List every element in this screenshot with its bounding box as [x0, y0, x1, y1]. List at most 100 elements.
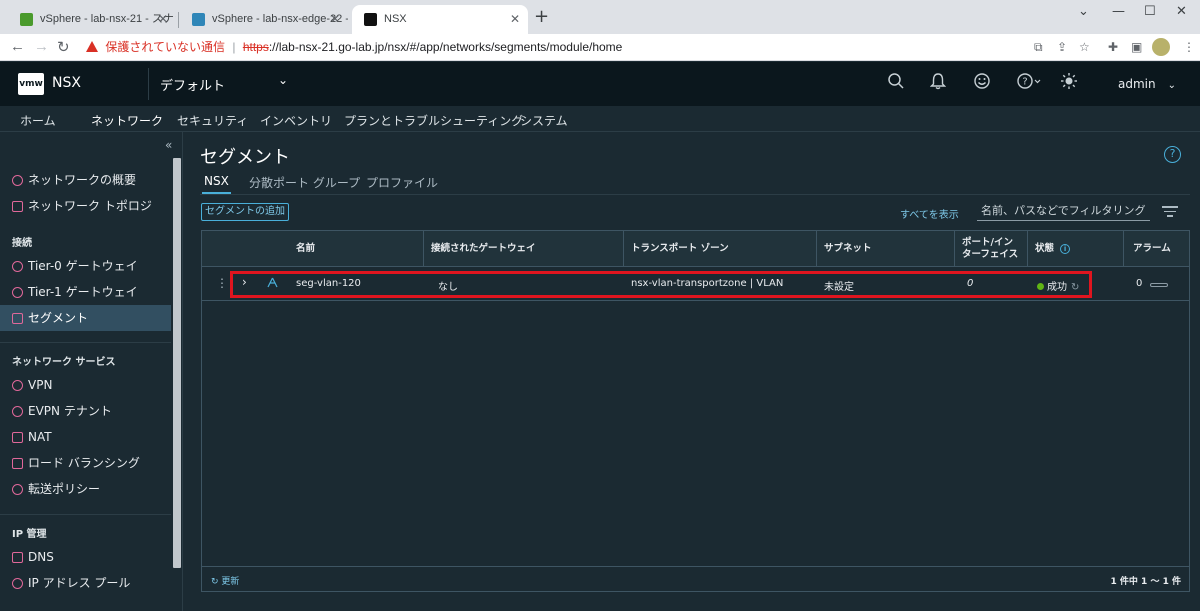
sidebar-item-tier0[interactable]: Tier-0 ゲートウェイ [0, 253, 171, 279]
tab-close-icon[interactable]: ✕ [510, 5, 520, 34]
sidebar-section-ip-management: IP 管理 [12, 529, 47, 540]
sidebar-item-vpn[interactable]: VPN [0, 372, 171, 398]
maximize-icon[interactable]: ☐ [1144, 4, 1156, 19]
profile-avatar[interactable] [1152, 38, 1170, 56]
add-segment-button[interactable]: セグメントの追加 [201, 203, 289, 221]
info-icon[interactable]: i [1060, 244, 1071, 254]
sidebar-item-dns[interactable]: DNS [0, 544, 171, 570]
sidebar-item-label: EVPN テナント [28, 404, 112, 418]
collapse-sidebar-icon[interactable]: « [165, 138, 172, 152]
app-header: vmw NSX デフォルト ⌄ ? admin ⌄ [0, 62, 1200, 106]
translate-icon[interactable]: ⧉ [1034, 40, 1043, 55]
column-divider[interactable] [1027, 231, 1028, 267]
column-header-ports[interactable]: ポート/インターフェイス [962, 231, 1022, 267]
notifications-bell-icon[interactable] [927, 72, 949, 94]
column-header-name[interactable]: 名前 [296, 231, 315, 267]
browser-tab-vsphere-edge[interactable]: vSphere - lab-nsx-edge-22 - サマ ✕ [180, 5, 348, 34]
nav-inventory[interactable]: インベントリ [260, 112, 332, 129]
sidebar-section-services: ネットワーク サービス [12, 357, 116, 368]
sidebar-item-forwarding-policy[interactable]: 転送ポリシー [0, 476, 171, 502]
filter-options-icon[interactable] [1162, 206, 1178, 220]
url-text: ://lab-nsx-21.go-lab.jp/nsx/#/app/networ… [268, 40, 623, 54]
reload-icon[interactable]: ↻ [57, 38, 70, 56]
security-warning[interactable]: 保護されていない通信 [105, 40, 225, 54]
ip-pool-icon [12, 578, 23, 589]
sidebar-item-ip-pools[interactable]: IP アドレス プール [0, 570, 171, 596]
tab-title: NSX [384, 13, 407, 25]
column-header-gateway[interactable]: 接続されたゲートウェイ [431, 231, 536, 267]
tier0-icon [12, 261, 23, 272]
minimize-icon[interactable]: — [1112, 4, 1125, 19]
extensions-icon[interactable]: ✚ [1108, 40, 1118, 54]
side-panel-icon[interactable]: ▣ [1131, 40, 1142, 54]
column-divider[interactable] [816, 231, 817, 267]
sidebar-item-tier1[interactable]: Tier-1 ゲートウェイ [0, 279, 171, 305]
sidebar-item-label: Tier-1 ゲートウェイ [28, 285, 138, 299]
segment-icon [12, 313, 23, 324]
tab-close-icon[interactable]: ✕ [330, 5, 340, 34]
browser-tab-nsx[interactable]: NSX ✕ [352, 5, 528, 34]
tab-search-icon[interactable]: ⌄ [1078, 4, 1089, 19]
column-header-status[interactable]: 状態 i [1035, 231, 1071, 267]
user-menu[interactable]: admin ⌄ [1118, 77, 1176, 91]
column-divider[interactable] [954, 231, 955, 267]
table-header: 名前 接続されたゲートウェイ トランスポート ゾーン サブネット ポート/インタ… [202, 231, 1189, 267]
column-divider[interactable] [623, 231, 624, 267]
bookmark-star-icon[interactable]: ☆ [1079, 40, 1090, 54]
browser-tab-vsphere-nsx[interactable]: vSphere - lab-nsx-21 - スナップシ ✕ [8, 5, 176, 34]
sidebar-item-evpn[interactable]: EVPN テナント [0, 398, 171, 424]
nav-plan-troubleshoot[interactable]: プランとトラブルシューティング [344, 112, 523, 129]
tab-nsx[interactable]: NSX [202, 174, 231, 194]
row-actions-kebab-icon[interactable]: ⋮ [216, 276, 228, 290]
expand-all-link[interactable]: すべてを表示 [900, 206, 959, 221]
nav-system[interactable]: システム [520, 112, 568, 129]
new-tab-icon[interactable]: + [534, 6, 549, 27]
column-divider[interactable] [423, 231, 424, 267]
feedback-smiley-icon[interactable] [971, 72, 993, 94]
sidebar-section-connectivity: 接続 [12, 238, 32, 249]
alarms-count[interactable]: 0 [1136, 278, 1142, 289]
evpn-icon [12, 406, 23, 417]
nav-home[interactable]: ホーム [20, 112, 56, 129]
column-header-transport-zone[interactable]: トランスポート ゾーン [631, 231, 729, 267]
close-window-icon[interactable]: ✕ [1176, 4, 1187, 19]
help-menu-icon[interactable]: ? [1015, 72, 1045, 94]
sidebar-item-load-balancing[interactable]: ロード バランシング [0, 450, 171, 476]
address-bar[interactable]: 保護されていない通信 | https://lab-nsx-21.go-lab.j… [80, 37, 1020, 58]
vpn-icon [12, 380, 23, 391]
theme-sun-icon[interactable] [1058, 72, 1080, 94]
sidebar-item-network-overview[interactable]: ネットワークの概要 [0, 167, 171, 193]
tab-divider [178, 12, 179, 28]
forward-icon[interactable]: → [34, 38, 49, 55]
help-icon[interactable]: ? [1164, 146, 1181, 163]
vsphere-favicon-icon [192, 13, 205, 26]
tab-close-icon[interactable]: ✕ [158, 5, 168, 34]
tab-profiles[interactable]: プロファイル [366, 174, 438, 191]
nav-security[interactable]: セキュリティ [177, 112, 248, 129]
sidebar-scrollbar-thumb[interactable] [173, 158, 181, 568]
page-title: セグメント [200, 147, 290, 168]
refresh-button[interactable]: ↻ 更新 [211, 574, 239, 587]
context-selector[interactable]: デフォルト ⌄ [160, 73, 290, 94]
tier1-icon [12, 287, 23, 298]
tab-title: vSphere - lab-nsx-21 - スナップシ [40, 13, 176, 25]
header-divider [148, 68, 149, 100]
highlight-box [230, 271, 1092, 298]
sidebar-item-label: ロード バランシング [28, 456, 140, 470]
column-header-subnet[interactable]: サブネット [824, 231, 872, 267]
column-header-alarms[interactable]: アラーム [1133, 231, 1171, 267]
filter-input[interactable]: 名前、パスなどでフィルタリング [977, 203, 1150, 221]
column-divider[interactable] [1123, 231, 1124, 267]
sidebar-item-segments[interactable]: セグメント [0, 305, 171, 331]
back-icon[interactable]: ← [10, 38, 25, 55]
nav-networking[interactable]: ネットワーク [88, 112, 166, 136]
column-header-status-label: 状態 [1035, 243, 1055, 254]
share-icon[interactable]: ⇪ [1057, 40, 1067, 54]
tab-distributed-port-groups[interactable]: 分散ポート グループ [249, 174, 360, 191]
search-icon[interactable] [885, 72, 907, 94]
sidebar-item-network-topology[interactable]: ネットワーク トポロジ [0, 193, 171, 219]
sidebar-divider [0, 514, 171, 515]
sidebar-item-nat[interactable]: NAT [0, 424, 171, 450]
menu-icon[interactable]: ⋮ [1183, 40, 1195, 54]
chevron-down-icon: ⌄ [278, 73, 289, 87]
